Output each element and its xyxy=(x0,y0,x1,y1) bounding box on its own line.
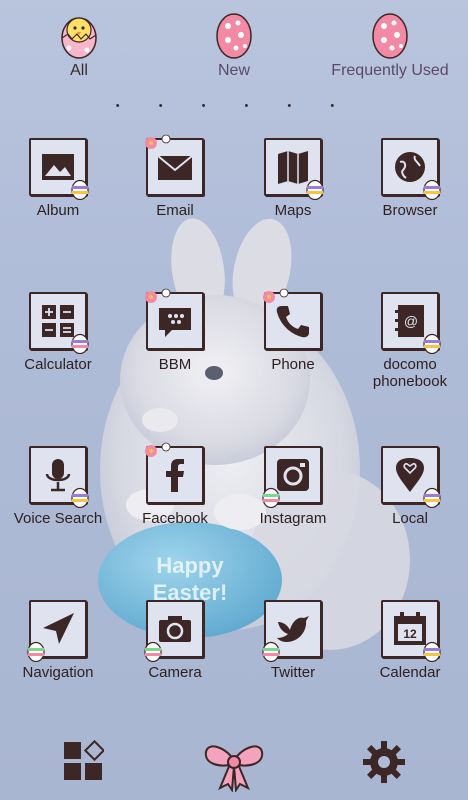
chick-egg-icon xyxy=(61,17,97,59)
pink-egg-icon xyxy=(216,13,252,59)
camera-icon-frame xyxy=(144,600,204,662)
browser-icon-frame xyxy=(381,138,441,200)
app-calendar[interactable]: 12 Calendar xyxy=(355,600,465,681)
instagram-icon-frame xyxy=(262,446,322,508)
app-label: Navigation xyxy=(22,664,94,681)
theme-bow-button[interactable] xyxy=(202,738,266,797)
tab-all-label: All xyxy=(70,62,88,79)
app-docomo-phonebook[interactable]: @ docomo phonebook xyxy=(355,292,465,390)
app-label: Facebook xyxy=(142,510,208,527)
svg-text:@: @ xyxy=(404,313,418,329)
navigation-icon-frame xyxy=(27,600,87,662)
tab-new-label: New xyxy=(217,62,250,79)
app-label: Browser xyxy=(382,202,438,219)
easter-egg-badge-icon xyxy=(144,641,162,662)
app-maps[interactable]: Maps xyxy=(238,138,348,219)
email-icon-frame xyxy=(145,134,204,196)
app-label: Voice Search xyxy=(13,510,103,527)
tab-frequently-used-label: Frequently Used xyxy=(331,62,449,79)
app-label: Instagram xyxy=(259,510,327,527)
app-label: Twitter xyxy=(270,664,316,681)
app-label: docomo phonebook xyxy=(372,356,448,390)
tab-new[interactable]: New xyxy=(169,8,299,80)
app-label: Phone xyxy=(271,356,315,373)
album-icon-frame xyxy=(29,138,89,200)
calendar-day: 12 xyxy=(403,627,417,641)
calculator-icon-frame xyxy=(29,292,89,354)
app-label: Calendar xyxy=(379,664,441,681)
app-label: Album xyxy=(36,202,80,219)
flower-decoration-icon xyxy=(263,288,289,303)
easter-egg-badge-icon xyxy=(262,641,280,662)
easter-egg-badge-icon xyxy=(71,487,89,508)
flower-decoration-icon xyxy=(145,134,171,149)
app-label: Camera xyxy=(148,664,202,681)
easter-egg-badge-icon xyxy=(71,333,89,354)
app-label: Calculator xyxy=(24,356,92,373)
bbm-icon-frame xyxy=(145,288,204,350)
wallpaper-text-happy: Happy xyxy=(156,553,224,578)
easter-egg-badge-icon xyxy=(423,333,441,354)
app-calculator[interactable]: Calculator xyxy=(3,292,113,373)
app-twitter[interactable]: Twitter xyxy=(238,600,348,681)
voice-search-icon-frame xyxy=(29,446,89,508)
twitter-icon-frame xyxy=(262,600,322,662)
easter-egg-badge-icon xyxy=(27,641,45,662)
facebook-icon-frame xyxy=(145,442,204,504)
app-album[interactable]: Album xyxy=(3,138,113,219)
flower-decoration-icon xyxy=(145,288,171,303)
maps-icon-frame xyxy=(264,138,324,200)
app-bbm[interactable]: BBM xyxy=(120,288,230,373)
app-label: BBM xyxy=(158,356,192,373)
app-phone[interactable]: Phone xyxy=(238,288,348,373)
easter-egg-badge-icon xyxy=(423,641,441,662)
app-camera[interactable]: Camera xyxy=(120,600,230,681)
tab-frequently-used[interactable]: Frequently Used xyxy=(325,8,455,80)
widgets-icon xyxy=(64,739,106,780)
app-local[interactable]: Local xyxy=(355,446,465,527)
app-browser[interactable]: Browser xyxy=(355,138,465,219)
app-facebook[interactable]: Facebook xyxy=(120,442,230,527)
widgets-button[interactable] xyxy=(62,739,106,787)
phonebook-icon-frame: @ xyxy=(381,292,441,354)
app-label: Maps xyxy=(274,202,312,219)
app-email[interactable]: Email xyxy=(120,134,230,219)
easter-egg-badge-icon xyxy=(262,487,280,508)
app-voice-search[interactable]: Voice Search xyxy=(3,446,113,527)
app-navigation[interactable]: Navigation xyxy=(3,600,113,681)
bow-icon xyxy=(204,745,264,793)
app-label: Local xyxy=(392,510,428,527)
local-icon-frame xyxy=(381,446,441,508)
pink-egg-icon xyxy=(372,13,408,59)
easter-egg-badge-icon xyxy=(423,487,441,508)
phone-icon-frame xyxy=(263,288,322,350)
app-label: Email xyxy=(156,202,194,219)
tab-all[interactable]: All xyxy=(14,8,144,80)
settings-button[interactable] xyxy=(362,740,406,789)
app-instagram[interactable]: Instagram xyxy=(238,446,348,527)
settings-gear-icon xyxy=(363,741,405,783)
calendar-icon-frame: 12 xyxy=(381,600,441,662)
easter-egg-badge-icon xyxy=(71,179,89,200)
flower-decoration-icon xyxy=(145,442,171,457)
easter-egg-badge-icon xyxy=(306,179,324,200)
easter-egg-badge-icon xyxy=(423,179,441,200)
page-indicator: • • • • • • xyxy=(115,100,353,112)
